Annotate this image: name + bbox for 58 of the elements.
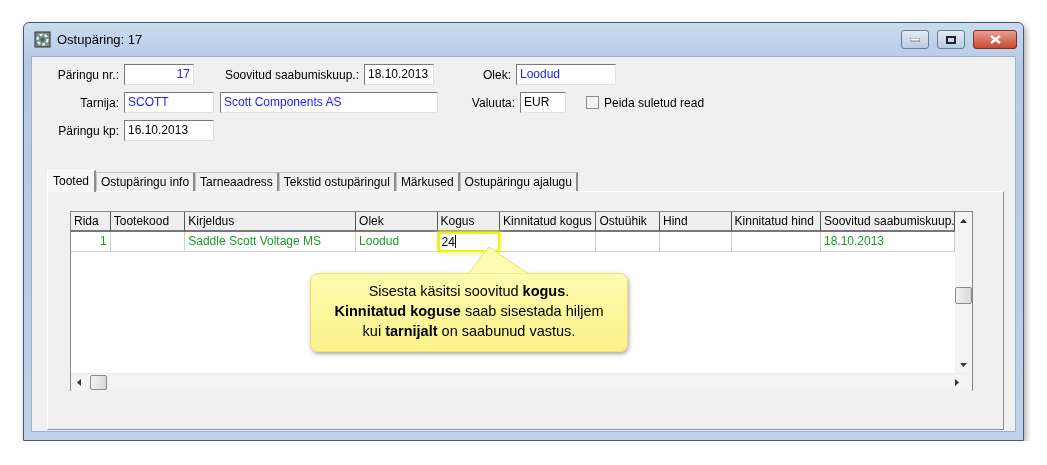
checkbox-label: Peida suletud read <box>604 95 705 110</box>
callout-pointer <box>468 247 530 274</box>
scroll-thumb[interactable] <box>955 287 972 304</box>
table-cell[interactable]: Loodud <box>356 232 438 252</box>
scrollbar[interactable] <box>955 212 972 373</box>
maximize-icon <box>946 35 956 44</box>
scroll-up-icon <box>960 219 967 223</box>
table-cell[interactable] <box>660 232 732 252</box>
minimize-icon <box>910 37 920 42</box>
tab[interactable]: Tarneaadress <box>195 172 279 191</box>
callout: Sisesta käsitsi soovitud kogus. Kinnitatud koguse saab sisestada hiljem kui tarnijalt on saabunud vastus. <box>310 273 628 352</box>
input-field[interactable]: SCOTT <box>124 92 214 113</box>
table-cell[interactable]: Saddle Scott Voltage MS <box>185 232 357 252</box>
close-icon <box>989 35 1001 44</box>
table-cell[interactable] <box>731 232 821 252</box>
column-header[interactable]: Soovitud saabumiskuup. <box>820 212 955 232</box>
checkbox[interactable] <box>586 96 599 109</box>
window-title: Ostupäring: 17 <box>57 32 144 47</box>
column-header[interactable]: Rida <box>71 212 111 232</box>
input-field[interactable]: Scott Components AS <box>220 92 438 113</box>
column-header[interactable]: Ostuühik <box>596 212 661 232</box>
table-cell[interactable] <box>110 232 186 252</box>
scroll-left-icon <box>77 379 81 386</box>
column-header[interactable]: Kinnitatud kogus <box>500 212 597 232</box>
field-label: Olek: <box>482 67 512 82</box>
tab[interactable]: Tooted <box>47 170 97 192</box>
input-field[interactable]: Loodud <box>516 64 616 85</box>
column-header[interactable]: Olek <box>356 212 438 232</box>
scrollbar[interactable] <box>71 373 972 391</box>
column-header[interactable]: Tootekood <box>110 212 186 232</box>
scroll-down-icon <box>960 363 967 367</box>
text-cursor <box>454 235 456 248</box>
tab[interactable]: Ostupäringu ajalugu <box>459 172 578 191</box>
field-label: Soovitud saabumiskuup.: <box>223 67 360 82</box>
table-cell[interactable]: 1 <box>71 232 111 252</box>
column-header[interactable]: Hind <box>660 212 732 232</box>
maximize-button[interactable] <box>937 30 965 49</box>
tab[interactable]: Tekstid ostupäringul <box>278 172 396 191</box>
scroll-right-icon <box>955 379 959 386</box>
table-cell[interactable] <box>596 232 661 252</box>
tab[interactable]: Märkused <box>395 172 460 191</box>
input-field[interactable]: 18.10.2013 <box>364 64 434 85</box>
input-field[interactable]: EUR <box>520 92 566 113</box>
table-cell[interactable] <box>500 232 597 252</box>
column-header[interactable]: Kirjeldus <box>185 212 357 232</box>
minimize-button[interactable] <box>901 30 929 49</box>
field-label: Päringu kp: <box>57 123 120 138</box>
tab[interactable]: Ostupäringu info <box>96 172 196 191</box>
scroll-thumb[interactable] <box>90 375 107 390</box>
input-field[interactable]: 17 <box>124 64 194 85</box>
column-header[interactable]: Kogus <box>437 212 501 232</box>
field-label: Valuuta: <box>470 95 516 110</box>
app-icon <box>34 31 51 48</box>
field-label: Tarnija: <box>79 95 120 110</box>
column-header[interactable]: Kinnitatud hind <box>731 212 821 232</box>
input-field[interactable]: 16.10.2013 <box>124 120 214 141</box>
field-label: Päringu nr.: <box>56 67 120 82</box>
close-button[interactable] <box>973 30 1017 49</box>
